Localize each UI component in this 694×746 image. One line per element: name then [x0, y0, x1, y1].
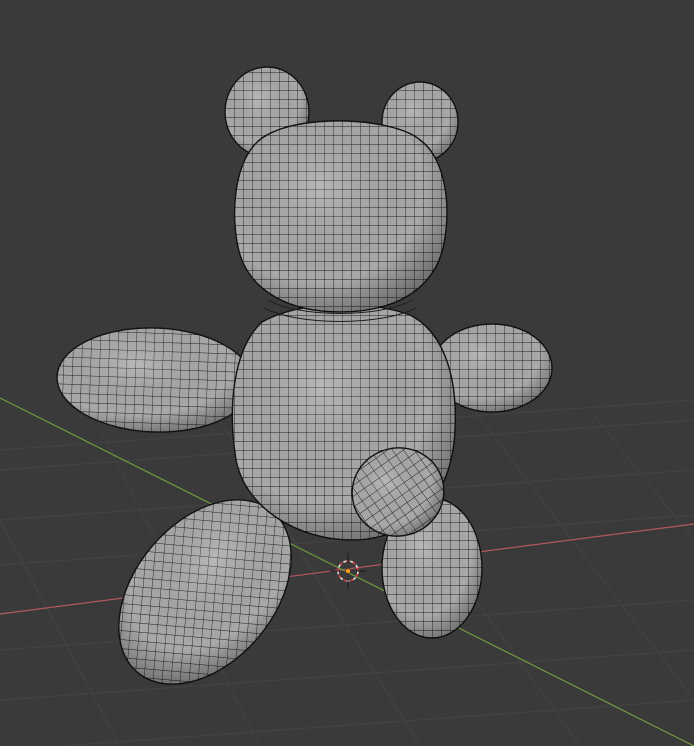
3d-viewport[interactable] [0, 0, 694, 746]
object-origin-icon[interactable] [345, 568, 351, 574]
viewport-canvas[interactable] [0, 0, 694, 746]
teddy-bear-mesh[interactable] [55, 66, 553, 717]
